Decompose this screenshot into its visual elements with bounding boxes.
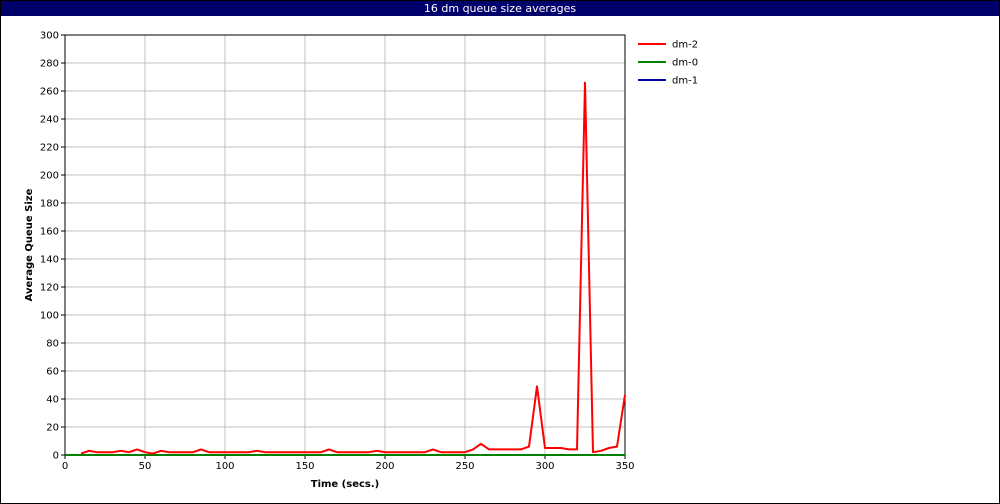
y-tick-label: 60 (46, 367, 59, 378)
y-tick-label: 300 (40, 31, 59, 42)
y-tick-label: 100 (40, 311, 59, 322)
y-tick-label: 80 (46, 339, 59, 350)
x-tick-label: 350 (615, 461, 634, 472)
y-tick-label: 140 (40, 255, 59, 266)
y-tick-label: 220 (40, 143, 59, 154)
x-axis-label: Time (secs.) (311, 479, 380, 490)
x-tick-label: 250 (455, 461, 474, 472)
chart-svg: 0 50 100 150 200 250 300 350 0 20 40 60 80 100 120 140 1… (24, 31, 698, 491)
legend: dm-2 dm-0 dm-1 (638, 40, 698, 87)
x-tick-label: 200 (375, 461, 394, 472)
y-axis-label: Average Queue Size (24, 188, 35, 301)
legend-label-dm-2: dm-2 (672, 40, 698, 51)
y-tick-label: 200 (40, 171, 59, 182)
y-tick-label: 120 (40, 283, 59, 294)
legend-label-dm-1: dm-1 (672, 76, 698, 87)
plot-area (64, 34, 626, 456)
y-tick-label: 20 (46, 423, 59, 434)
y-tick-label: 0 (53, 451, 59, 462)
x-tick-label: 150 (295, 461, 314, 472)
x-tick-label: 0 (62, 461, 68, 472)
x-tick-label: 100 (215, 461, 234, 472)
y-tick-label: 160 (40, 227, 59, 238)
y-tick-label: 260 (40, 87, 59, 98)
grid (64, 34, 626, 456)
y-tick-label: 240 (40, 115, 59, 126)
y-tick-label: 180 (40, 199, 59, 210)
x-tick-label: 50 (139, 461, 152, 472)
series-line-dm-2 (80, 81, 626, 455)
y-tick-label: 280 (40, 59, 59, 70)
x-tick-label: 300 (535, 461, 554, 472)
legend-label-dm-0: dm-0 (672, 58, 698, 69)
y-tick-label: 40 (46, 395, 59, 406)
